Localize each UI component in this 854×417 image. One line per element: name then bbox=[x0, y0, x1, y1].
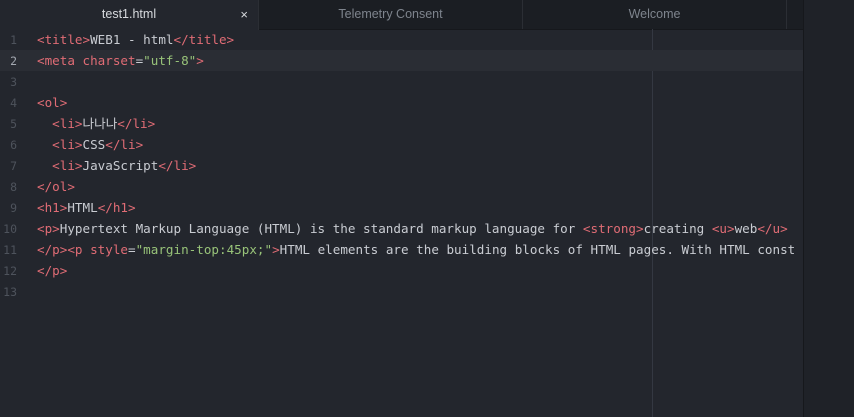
code-token-tag: </li> bbox=[117, 116, 156, 131]
code-text: </p><p style="margin-top:45px;">HTML ele… bbox=[37, 242, 795, 257]
tab-label: Telemetry Consent bbox=[338, 7, 443, 21]
code-line[interactable]: 13 bbox=[0, 281, 803, 302]
line-number: 2 bbox=[10, 54, 17, 68]
code-line[interactable]: 4 <ol> bbox=[0, 92, 803, 113]
code-text: <meta charset="utf-8"> bbox=[37, 53, 204, 68]
code-token-str: "margin-top:45px;" bbox=[135, 242, 273, 257]
code-text: <li>JavaScript</li> bbox=[37, 158, 196, 173]
tab-bar: test1.html × Telemetry Consent Welcome bbox=[0, 0, 803, 30]
tab-label: Welcome bbox=[628, 7, 681, 21]
code-token-tag: </li> bbox=[158, 158, 197, 173]
side-panel bbox=[803, 0, 854, 417]
code-token-tag: <strong> bbox=[582, 221, 644, 236]
code-token-text: JavaScript bbox=[82, 158, 159, 173]
code-token-text: web bbox=[734, 221, 758, 236]
line-number: 8 bbox=[10, 180, 17, 194]
code-line[interactable]: 12 </p> bbox=[0, 260, 803, 281]
code-token-text: Hypertext Markup Language (HTML) is the … bbox=[59, 221, 583, 236]
code-token-tag: </u> bbox=[757, 221, 788, 236]
code-text: <li>CSS</li> bbox=[37, 137, 143, 152]
tab-label: test1.html bbox=[101, 7, 157, 21]
code-line[interactable]: 8 </ol> bbox=[0, 176, 803, 197]
tab-test1-html[interactable]: test1.html × bbox=[0, 0, 259, 30]
code-token-str: "utf-8" bbox=[143, 53, 197, 68]
code-token-attr: style bbox=[90, 242, 128, 257]
code-text: </p> bbox=[37, 263, 67, 278]
code-line[interactable]: 1 <title>WEB1 - html</title> bbox=[0, 29, 803, 50]
code-token-tag: > bbox=[196, 53, 204, 68]
code-token-text: CSS bbox=[82, 137, 106, 152]
code-token-text: = bbox=[128, 242, 136, 257]
tab-telemetry-consent[interactable]: Telemetry Consent bbox=[259, 0, 523, 29]
code-token-tag: <li> bbox=[52, 116, 83, 131]
code-token-text: creating bbox=[643, 221, 712, 236]
code-line[interactable]: 6 <li>CSS</li> bbox=[0, 134, 803, 155]
code-token-tag: </li> bbox=[105, 137, 144, 152]
code-token-tag: </h1> bbox=[97, 200, 136, 215]
line-number: 5 bbox=[10, 117, 17, 131]
code-editor[interactable]: 1 <title>WEB1 - html</title> 2 <meta charse… bbox=[0, 29, 803, 417]
line-number: 7 bbox=[10, 159, 17, 173]
code-token-tag: <p> bbox=[37, 221, 60, 236]
line-number: 6 bbox=[10, 138, 17, 152]
tab-welcome[interactable]: Welcome bbox=[523, 0, 787, 29]
code-line[interactable]: 2 <meta charset="utf-8"> bbox=[0, 50, 803, 71]
code-token-attr: charset bbox=[82, 53, 136, 68]
code-line[interactable]: 3 bbox=[0, 71, 803, 92]
line-number: 13 bbox=[3, 285, 17, 299]
code-token-text: WEB1 - html bbox=[90, 32, 174, 47]
line-number: 1 bbox=[10, 33, 17, 47]
code-token-tag: <meta bbox=[37, 53, 83, 68]
line-number: 11 bbox=[3, 243, 17, 257]
line-number: 4 bbox=[10, 96, 17, 110]
code-token-tag: > bbox=[272, 242, 280, 257]
line-number: 12 bbox=[3, 264, 17, 278]
code-text: </ol> bbox=[37, 179, 75, 194]
code-token-tag: </p> bbox=[37, 263, 68, 278]
close-icon[interactable]: × bbox=[240, 0, 248, 29]
code-line[interactable]: 9 <h1>HTML</h1> bbox=[0, 197, 803, 218]
code-token-tag: <u> bbox=[711, 221, 735, 236]
code-token-text: HTML bbox=[67, 200, 98, 215]
line-number: 10 bbox=[3, 222, 17, 236]
code-token-text: HTML elements are the building blocks of… bbox=[279, 242, 796, 257]
code-line[interactable]: 11 </p><p style="margin-top:45px;">HTML e… bbox=[0, 239, 803, 260]
code-line[interactable]: 7 <li>JavaScript</li> bbox=[0, 155, 803, 176]
code-token-tag: <li> bbox=[52, 158, 83, 173]
code-text: <h1>HTML</h1> bbox=[37, 200, 136, 215]
code-token-tag: </title> bbox=[173, 32, 235, 47]
code-token-tag: </ol> bbox=[37, 179, 75, 194]
code-token-tag: <h1> bbox=[37, 200, 68, 215]
code-token-tag: </p><p bbox=[37, 242, 91, 257]
code-text: <li>나나나</li> bbox=[37, 116, 155, 131]
line-number: 9 bbox=[10, 201, 17, 215]
code-token-tag: <ol> bbox=[37, 95, 68, 110]
code-line[interactable]: 5 <li>나나나</li> bbox=[0, 113, 803, 134]
code-token-tag: <title> bbox=[37, 32, 91, 47]
code-text: <ol> bbox=[37, 95, 67, 110]
line-number: 3 bbox=[10, 75, 17, 89]
code-text: <title>WEB1 - html</title> bbox=[37, 32, 234, 47]
code-text: <p>Hypertext Markup Language (HTML) is t… bbox=[37, 221, 788, 236]
code-token-text: 나나나 bbox=[82, 116, 118, 131]
code-line[interactable]: 10 <p>Hypertext Markup Language (HTML) is… bbox=[0, 218, 803, 239]
code-token-tag: <li> bbox=[52, 137, 83, 152]
